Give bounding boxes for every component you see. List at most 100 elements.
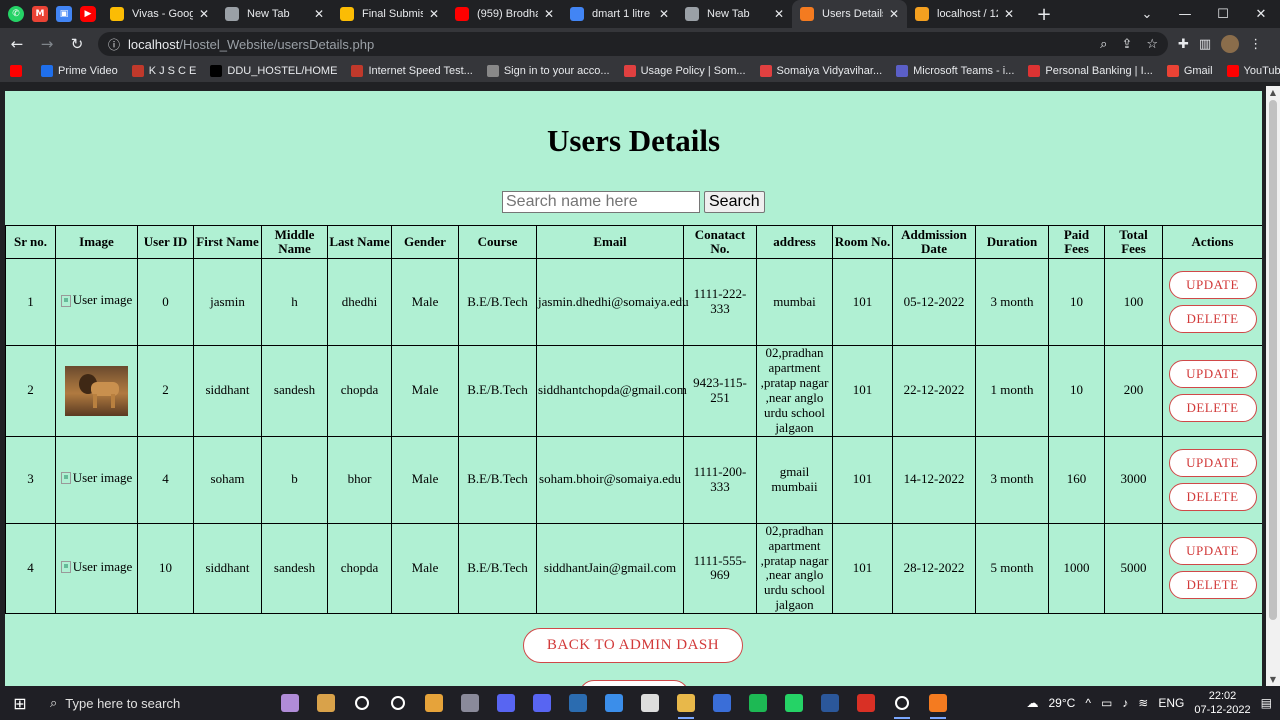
search-input[interactable] bbox=[502, 191, 700, 213]
language-indicator[interactable]: ENG bbox=[1158, 696, 1184, 710]
taskbar-search[interactable]: ⌕ Type here to search bbox=[40, 686, 250, 720]
side-panel-icon[interactable]: ▥ bbox=[1199, 37, 1211, 52]
image-cell: User image bbox=[55, 435, 138, 524]
bookmark-icon bbox=[131, 65, 144, 77]
browser-tab[interactable]: New Tab ✕ bbox=[217, 0, 332, 28]
taskbar-app-icon[interactable] bbox=[380, 686, 416, 720]
menu-icon[interactable]: ⋮ bbox=[1249, 37, 1262, 52]
scroll-up-arrow-icon[interactable]: ▲ bbox=[1266, 88, 1280, 97]
extensions-icon[interactable]: ✚ bbox=[1178, 37, 1189, 52]
delete-button[interactable]: DELETE bbox=[1168, 305, 1257, 333]
back-to-admin-dash-button[interactable]: BACK TO ADMIN DASH bbox=[523, 628, 743, 663]
address-bar[interactable]: ⓘ localhost/Hostel_Website/usersDetails.… bbox=[98, 32, 1168, 56]
scroll-down-arrow-icon[interactable]: ▼ bbox=[1266, 675, 1280, 684]
tab-close-icon[interactable]: ✕ bbox=[1004, 7, 1014, 21]
update-button[interactable]: UPDATE bbox=[1168, 537, 1257, 566]
taskbar-app-icon[interactable] bbox=[812, 686, 848, 720]
weather-icon[interactable]: ☁ bbox=[1027, 696, 1039, 710]
bookmark-item[interactable]: Internet Speed Test... bbox=[351, 65, 473, 77]
new-tab-button[interactable]: + bbox=[1030, 4, 1058, 25]
bookmark-item[interactable]: K J S C E bbox=[131, 65, 196, 77]
scrollbar-thumb[interactable] bbox=[1269, 100, 1277, 620]
bookmark-item[interactable]: Sign in to your acco... bbox=[486, 65, 610, 77]
bookmark-item[interactable]: Prime Video bbox=[41, 65, 118, 77]
bookmark-icon bbox=[10, 65, 22, 77]
taskbar-app-icon[interactable] bbox=[632, 686, 668, 720]
bookmark-star-icon[interactable]: ☆ bbox=[1146, 37, 1158, 52]
browser-tab[interactable]: dmart 1 litre ✕ bbox=[562, 0, 677, 28]
taskbar-app-icon[interactable] bbox=[704, 686, 740, 720]
clock[interactable]: 22:02 07-12-2022 bbox=[1194, 689, 1250, 717]
taskbar-app-icon[interactable] bbox=[776, 686, 812, 720]
close-window-button[interactable]: ✕ bbox=[1242, 7, 1280, 22]
browser-tab[interactable]: (959) Brodha ✕ bbox=[447, 0, 562, 28]
bookmark-item[interactable]: Microsoft Teams - i... bbox=[896, 65, 1014, 77]
browser-tab[interactable]: Vivas - Googl ✕ bbox=[102, 0, 217, 28]
update-button[interactable]: UPDATE bbox=[1168, 448, 1257, 477]
browser-tab[interactable]: Users Details ✕ bbox=[792, 0, 907, 28]
minimize-button[interactable]: — bbox=[1166, 7, 1204, 22]
bookmark-item[interactable] bbox=[10, 65, 27, 77]
tray-chevron-icon[interactable]: ^ bbox=[1085, 696, 1091, 710]
delete-button[interactable]: DELETE bbox=[1168, 571, 1257, 600]
taskbar-app-icon[interactable] bbox=[272, 686, 308, 720]
bookmark-item[interactable]: Personal Banking | I... bbox=[1028, 65, 1153, 77]
zoom-icon[interactable]: ⌕ bbox=[1100, 37, 1107, 52]
back-arrow-icon[interactable]: ← bbox=[4, 35, 30, 53]
taskbar-app-icon[interactable] bbox=[344, 686, 380, 720]
taskbar-app-icon[interactable] bbox=[668, 686, 704, 720]
taskbar-app-icon[interactable] bbox=[920, 686, 956, 720]
weather-temp[interactable]: 29°C bbox=[1049, 696, 1076, 710]
taskbar-app-icon[interactable] bbox=[596, 686, 632, 720]
tab-close-icon[interactable]: ✕ bbox=[889, 7, 899, 21]
delete-button[interactable]: DELETE bbox=[1168, 482, 1257, 511]
bookmark-item[interactable]: DDU_HOSTEL/HOME bbox=[210, 65, 337, 77]
share-icon[interactable]: ⇪ bbox=[1121, 37, 1132, 52]
column-header: Room No. bbox=[832, 225, 893, 259]
tab-close-icon[interactable]: ✕ bbox=[199, 7, 209, 21]
tab-close-icon[interactable]: ✕ bbox=[774, 7, 784, 21]
search-button[interactable]: Search bbox=[704, 191, 765, 213]
maximize-button[interactable]: ☐ bbox=[1204, 7, 1242, 22]
taskbar-app-icon[interactable] bbox=[884, 686, 920, 720]
last-name-cell: chopda bbox=[327, 345, 392, 437]
battery-icon[interactable]: ▭ bbox=[1101, 696, 1112, 710]
youtube-icon[interactable]: ▶ bbox=[80, 6, 96, 22]
page-scrollbar[interactable]: ▲ ▼ bbox=[1266, 86, 1280, 686]
forward-arrow-icon[interactable]: → bbox=[34, 35, 60, 53]
windows-start-icon[interactable]: ⊞ bbox=[0, 694, 40, 713]
taskbar-app-icon[interactable] bbox=[488, 686, 524, 720]
profile-avatar[interactable] bbox=[1221, 35, 1240, 53]
update-button[interactable]: UPDATE bbox=[1168, 271, 1257, 299]
info-icon[interactable]: ⓘ bbox=[108, 36, 120, 53]
admission-date-cell: 05-12-2022 bbox=[892, 258, 976, 346]
bookmark-item[interactable]: YouTube bbox=[1226, 65, 1280, 77]
notifications-icon[interactable]: ▤ bbox=[1261, 696, 1272, 710]
tab-close-icon[interactable]: ✕ bbox=[659, 7, 669, 21]
update-button[interactable]: UPDATE bbox=[1168, 359, 1257, 388]
browser-tab[interactable]: localhost / 12 ✕ bbox=[907, 0, 1022, 28]
whatsapp-icon[interactable]: ✆ bbox=[8, 6, 24, 22]
bookmark-item[interactable]: Usage Policy | Som... bbox=[623, 65, 746, 77]
taskbar-app-icon[interactable] bbox=[740, 686, 776, 720]
taskbar-app-icon[interactable] bbox=[416, 686, 452, 720]
reload-icon[interactable]: ↻ bbox=[64, 35, 90, 53]
tab-close-icon[interactable]: ✕ bbox=[429, 7, 439, 21]
tab-close-icon[interactable]: ✕ bbox=[544, 7, 554, 21]
taskbar-app-icon[interactable] bbox=[452, 686, 488, 720]
taskbar-app-icon[interactable] bbox=[308, 686, 344, 720]
taskbar-app-icon[interactable] bbox=[560, 686, 596, 720]
bookmark-item[interactable]: Gmail bbox=[1166, 65, 1213, 77]
contacts-icon[interactable]: ▣ bbox=[56, 6, 72, 22]
bookmark-item[interactable]: Somaiya Vidyavihar... bbox=[759, 65, 882, 77]
tab-close-icon[interactable]: ✕ bbox=[314, 7, 324, 21]
gmail-icon[interactable]: M bbox=[32, 6, 48, 22]
tab-search-icon[interactable]: ⌄ bbox=[1128, 7, 1166, 22]
browser-tab[interactable]: New Tab ✕ bbox=[677, 0, 792, 28]
taskbar-app-icon[interactable] bbox=[524, 686, 560, 720]
browser-tab[interactable]: Final Submiss ✕ bbox=[332, 0, 447, 28]
wifi-icon[interactable]: ≋ bbox=[1138, 696, 1148, 710]
delete-button[interactable]: DELETE bbox=[1168, 393, 1257, 422]
taskbar-app-icon[interactable] bbox=[848, 686, 884, 720]
volume-icon[interactable]: ♪ bbox=[1122, 696, 1128, 710]
